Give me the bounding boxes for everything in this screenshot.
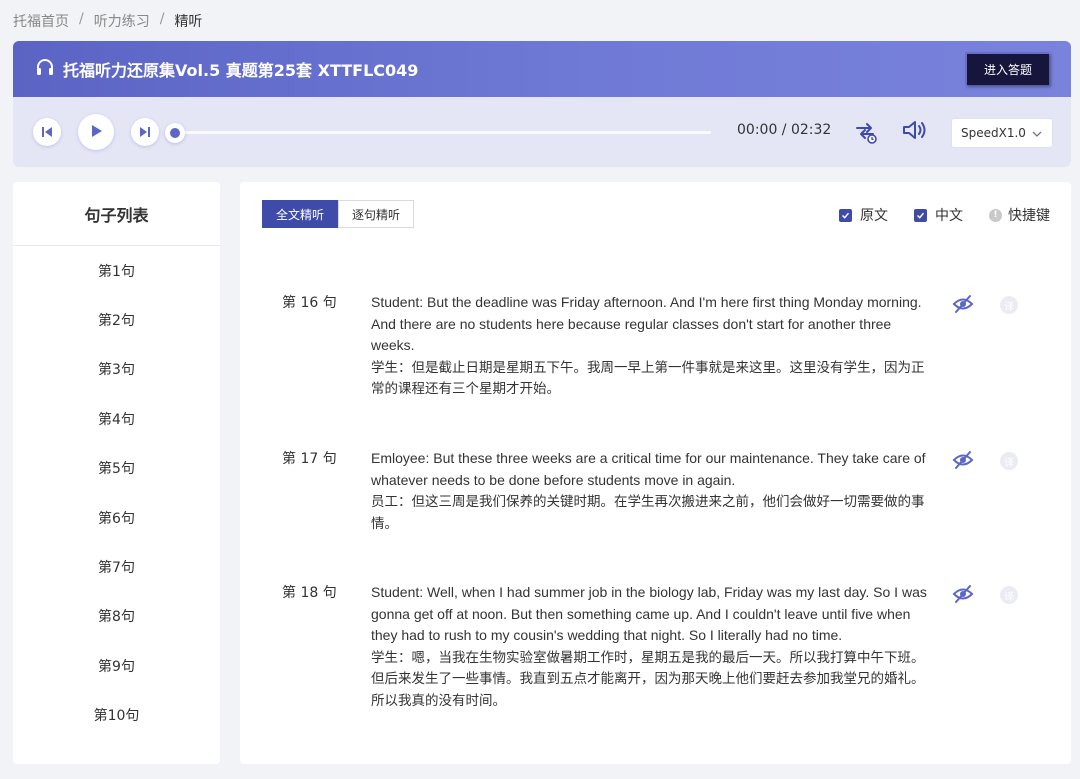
checkbox-checked-icon bbox=[839, 208, 852, 222]
audio-player: 00:00 / 02:32 SpeedX1.0 bbox=[13, 97, 1071, 167]
audio-header: 托福听力还原集Vol.5 真题第25套 XTTFLC049 进入答题 00:00… bbox=[13, 41, 1071, 167]
sentence-chinese: 员工：但这三周是我们保养的关键时期。在学生再次搬进来之前，他们会做好一切需要做的… bbox=[371, 494, 925, 531]
play-icon bbox=[89, 123, 103, 142]
sidebar-item-sentence-1[interactable]: 第1句 bbox=[13, 246, 220, 295]
translate-icon[interactable]: 译 bbox=[1000, 452, 1018, 470]
sidebar-item-sentence-7[interactable]: 第7句 bbox=[13, 542, 220, 591]
skip-previous-icon bbox=[41, 123, 53, 142]
sidebar-item-sentence-2[interactable]: 第2句 bbox=[13, 295, 220, 344]
translate-icon[interactable]: 译 bbox=[1000, 296, 1018, 314]
sidebar-item-sentence-6[interactable]: 第6句 bbox=[13, 493, 220, 542]
sentence-number: 第 17 句 bbox=[282, 451, 337, 467]
breadcrumb-current: 精听 bbox=[174, 14, 203, 30]
time-display: 00:00 / 02:32 bbox=[737, 122, 832, 138]
volume-icon[interactable] bbox=[901, 118, 929, 146]
sentence-text: Emloyee: But these three weeks are a cri… bbox=[371, 448, 929, 534]
headphones-icon bbox=[35, 58, 55, 80]
next-button[interactable] bbox=[131, 118, 159, 146]
previous-button[interactable] bbox=[33, 118, 61, 146]
sidebar-item-sentence-9[interactable]: 第9句 bbox=[13, 641, 220, 690]
sentence-number: 第 16 句 bbox=[282, 295, 337, 311]
sentence-english: Student: But the deadline was Friday aft… bbox=[371, 294, 922, 353]
tab-full-text[interactable]: 全文精听 bbox=[262, 200, 339, 228]
hide-text-icon[interactable] bbox=[952, 450, 974, 474]
hide-text-icon[interactable] bbox=[952, 584, 974, 608]
sentence-english: Emloyee: But these three weeks are a cri… bbox=[371, 450, 926, 488]
progress-track[interactable] bbox=[168, 131, 711, 134]
hide-text-icon[interactable] bbox=[952, 294, 974, 318]
sentence-list-sidebar: 句子列表 第1句 第2句 第3句 第4句 第5句 第6句 第7句 第8句 第9句… bbox=[13, 182, 220, 764]
page-title: 托福听力还原集Vol.5 真题第25套 XTTFLC049 bbox=[63, 61, 419, 80]
tab-sentence-by-sentence[interactable]: 逐句精听 bbox=[338, 200, 415, 228]
original-text-toggle[interactable]: 原文 bbox=[839, 205, 888, 225]
sentence-english: Student: Well, when I had summer job in … bbox=[371, 584, 927, 643]
header-title-bar: 托福听力还原集Vol.5 真题第25套 XTTFLC049 进入答题 bbox=[13, 41, 1071, 97]
breadcrumb-listening[interactable]: 听力练习 bbox=[94, 11, 150, 31]
sidebar-item-sentence-8[interactable]: 第8句 bbox=[13, 592, 220, 641]
sidebar-item-sentence-3[interactable]: 第3句 bbox=[13, 345, 220, 394]
sentence-number: 第 18 句 bbox=[282, 585, 337, 601]
sidebar-item-sentence-5[interactable]: 第5句 bbox=[13, 444, 220, 493]
sidebar-title: 句子列表 bbox=[13, 182, 220, 246]
skip-next-icon bbox=[139, 123, 151, 142]
breadcrumb: 托福首页 / 听力练习 / 精听 bbox=[13, 11, 202, 31]
translate-icon[interactable]: 译 bbox=[1000, 586, 1018, 604]
play-button[interactable] bbox=[78, 114, 114, 150]
speed-value: SpeedX1.0 bbox=[961, 126, 1026, 140]
original-text-label: 原文 bbox=[860, 208, 888, 224]
sentence-text: Student: Well, when I had summer job in … bbox=[371, 582, 929, 711]
sentence-chinese: 学生：但是截止日期是星期五下午。我周一早上第一件事就是来这里。这里没有学生，因为… bbox=[371, 359, 925, 397]
sentence-text: Student: But the deadline was Friday aft… bbox=[371, 292, 929, 400]
breadcrumb-separator: / bbox=[79, 11, 84, 27]
enter-answer-button[interactable]: 进入答题 bbox=[965, 52, 1049, 85]
chinese-label: 中文 bbox=[935, 208, 963, 224]
checkbox-checked-icon bbox=[914, 208, 927, 222]
breadcrumb-separator: / bbox=[159, 11, 165, 27]
transcript-panel: 全文精听 逐句精听 原文 中文 ! 快捷键 第 16 句 Student: Bu… bbox=[240, 182, 1071, 764]
speed-select[interactable]: SpeedX1.0 bbox=[951, 118, 1053, 148]
progress-slider-handle[interactable] bbox=[165, 123, 185, 143]
info-icon: ! bbox=[989, 208, 1002, 222]
chevron-down-icon bbox=[1032, 128, 1042, 142]
shortcuts-label: 快捷键 bbox=[1008, 208, 1050, 224]
sentence-chinese: 学生：嗯，当我在生物实验室做暑期工作时，星期五是我的最后一天。所以我打算中午下班… bbox=[371, 649, 925, 708]
sidebar-item-sentence-10[interactable]: 第10句 bbox=[13, 691, 220, 740]
sidebar-item-sentence-4[interactable]: 第4句 bbox=[13, 394, 220, 443]
shortcuts-link[interactable]: ! 快捷键 bbox=[989, 205, 1050, 225]
loop-icon[interactable] bbox=[853, 119, 879, 149]
breadcrumb-home[interactable]: 托福首页 bbox=[13, 11, 69, 31]
mode-tabs: 全文精听 逐句精听 bbox=[262, 200, 415, 228]
display-options: 原文 中文 ! 快捷键 bbox=[813, 205, 1050, 225]
chinese-toggle[interactable]: 中文 bbox=[914, 205, 963, 225]
